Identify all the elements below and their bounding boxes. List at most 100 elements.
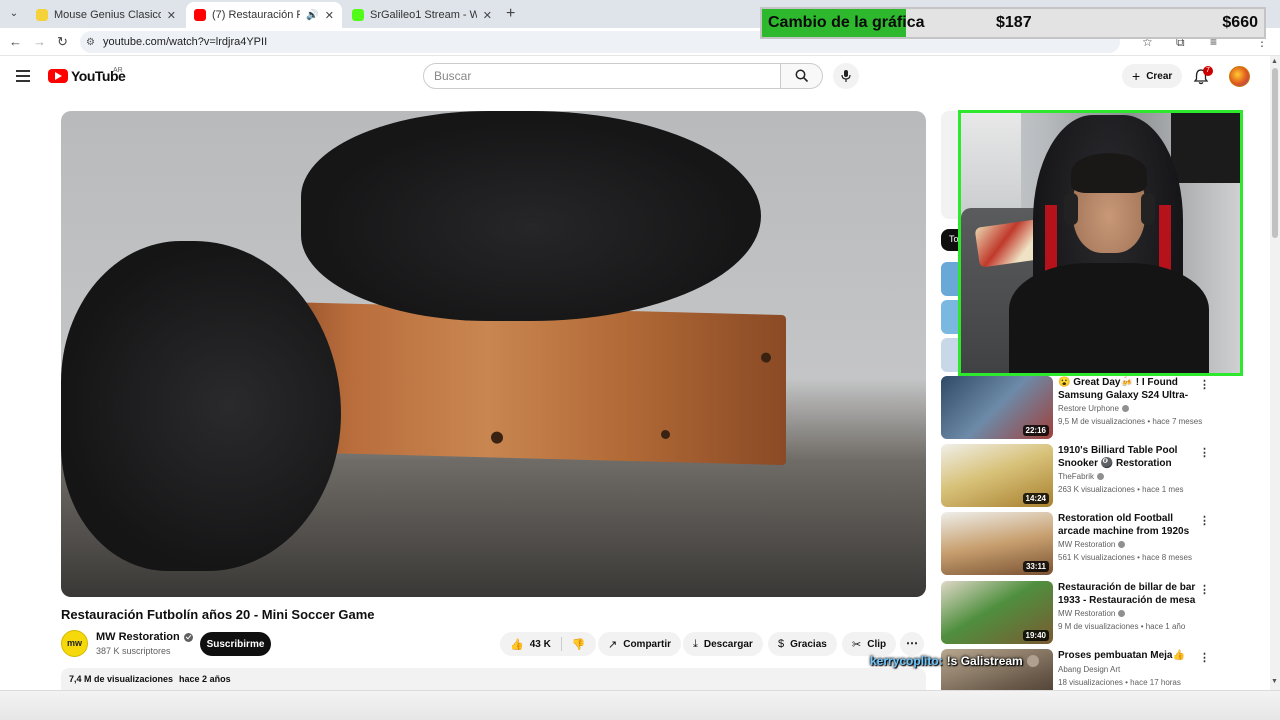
microphone-icon [841,70,851,82]
recommended-video[interactable]: 19:40 Restauración de billar de bar 1933… [941,581,1221,645]
verified-icon [1118,610,1126,617]
browser-tab-active[interactable]: (7) Restauración Futbolín años 20 🔊 ✕ [186,2,342,28]
more-actions-icon[interactable]: ⋯ [900,632,924,656]
scrollbar-thumb[interactable] [1272,68,1278,238]
scroll-down-arrow-icon[interactable]: ▼ [1271,678,1278,685]
verified-icon [1121,405,1129,412]
search-input[interactable]: Buscar [423,63,781,89]
video-channel[interactable]: MW Restoration [1058,540,1126,549]
thumbs-up-icon[interactable]: 👍 [510,638,524,651]
scissors-icon: ✂ [852,638,862,651]
webcam-chair-accent [1045,205,1057,275]
webcam-chair-accent [1159,205,1171,275]
video-channel-name: Restore Urphone [1058,404,1119,413]
tab-title: Mouse Genius Clasico | Mercado [54,9,161,21]
country-code: AR [113,67,123,74]
video-thumbnail[interactable]: 19:40 [941,581,1053,644]
like-divider [560,637,562,651]
browser-tab[interactable]: Mouse Genius Clasico | Mercado ✕ [28,2,184,28]
chat-user: kerrycoplito: [870,654,943,668]
recommended-video[interactable]: 33:11 Restoration old Football arcade ma… [941,512,1221,576]
tab-audio-icon[interactable]: 🔊 [306,10,318,21]
search-placeholder: Buscar [434,69,472,83]
channel-avatar[interactable]: mw [61,630,88,657]
more-options-icon[interactable]: ⋮ [1199,378,1210,391]
tab-favicon [194,9,206,21]
thumbs-down-icon[interactable]: 👎 [572,638,586,651]
page-scrollbar[interactable]: ▲ ▼ [1270,56,1280,690]
tab-close-icon[interactable]: ✕ [325,9,334,22]
share-button[interactable]: ↗ Compartir [598,632,682,656]
video-player[interactable] [61,111,926,597]
webcam-headphones [1141,193,1155,225]
video-thumbnail[interactable]: 33:11 [941,512,1053,575]
more-options-icon[interactable]: ⋮ [1199,583,1210,596]
video-frame-glove [61,241,341,571]
scroll-up-arrow-icon[interactable]: ▲ [1271,58,1278,65]
voice-search-button[interactable] [833,63,859,89]
video-frame-hole [761,352,771,363]
video-thumbnail[interactable]: 14:24 [941,444,1053,507]
forward-arrow-icon[interactable]: → [33,34,46,49]
video-channel[interactable]: Abang Design Art [1058,665,1120,674]
more-options-icon[interactable]: ⋮ [1199,446,1210,459]
verified-icon [1097,473,1105,480]
video-frame-glove [301,111,761,321]
recommended-video[interactable]: 14:24 1910's Billiard Table Pool Snooker… [941,444,1221,508]
like-dislike-group: 👍 43 K 👎 [500,632,596,656]
create-button[interactable]: + Crear [1122,64,1183,88]
subscribe-button[interactable]: Suscribirme [200,632,271,656]
os-taskbar [0,690,1280,720]
video-channel[interactable]: Restore Urphone [1058,404,1129,413]
like-count[interactable]: 43 K [530,639,551,650]
search-button[interactable] [781,63,823,89]
channel-name[interactable]: MW Restoration [96,631,193,643]
download-icon: ⤓ [693,637,698,650]
video-channel[interactable]: TheFabrik [1058,472,1105,481]
account-avatar[interactable] [1229,66,1250,87]
clip-button[interactable]: ✂ Clip [842,632,897,656]
plus-icon: + [1132,68,1141,84]
share-label: Compartir [623,638,672,650]
video-title[interactable]: Proses pembuatan Meja👍 [1058,649,1196,662]
video-channel[interactable]: MW Restoration [1058,609,1126,618]
more-options-icon[interactable]: ⋮ [1199,651,1210,664]
site-info-icon[interactable]: ⚙ [86,37,95,48]
webcam-headphones [1064,193,1078,225]
streamer-webcam [958,110,1243,376]
dollar-heart-icon: $ [778,638,785,650]
video-title[interactable]: Restoration old Football arcade machine … [1058,512,1196,538]
tab-search-chevron-icon[interactable]: ⌄ [6,6,22,22]
verified-icon [183,632,193,642]
more-options-icon[interactable]: ⋮ [1199,514,1210,527]
tab-close-icon[interactable]: ✕ [483,9,492,22]
video-meta: 9,5 M de visualizaciones • hace 7 meses [1058,417,1203,426]
video-duration: 19:40 [1022,630,1049,641]
tab-close-icon[interactable]: ✕ [167,9,176,22]
video-frame-hole [661,429,670,440]
notification-count-badge: 7 [1203,66,1213,76]
webcam-tv [1171,113,1240,183]
goal-current-amount: $187 [996,14,1032,31]
chat-emote-icon [1026,655,1039,667]
video-title[interactable]: Restauración de billar de bar 1933 - Res… [1058,581,1196,607]
video-thumbnail[interactable]: 22:16 [941,376,1053,439]
back-arrow-icon[interactable]: ← [9,34,22,49]
menu-icon[interactable] [16,70,30,82]
chat-text: !s Galistream [946,654,1023,668]
recommended-video[interactable]: 22:16 😮 Great Day🍻 ! I Found Samsung Gal… [941,376,1221,440]
new-tab-icon[interactable]: + [506,5,515,23]
tab-title: SrGalileo1 Stream - Watch Live [370,9,477,21]
video-title: Restauración Futbolín años 20 - Mini Soc… [61,607,375,622]
goal-target-amount: $660 [1222,14,1258,31]
youtube-header: YouTube AR Buscar + Crear 7 [0,56,1280,100]
browser-tab[interactable]: SrGalileo1 Stream - Watch Live ✕ [344,2,500,28]
video-duration: 14:24 [1022,493,1049,504]
video-channel-name: MW Restoration [1058,540,1116,549]
video-title[interactable]: 1910's Billiard Table Pool Snooker 🎱 Res… [1058,444,1196,470]
download-button[interactable]: ⤓ Descargar [683,632,763,656]
thanks-button[interactable]: $ Gracias [768,632,837,656]
reload-icon[interactable]: ↻ [57,34,68,50]
subscriber-count: 387 K suscriptores [96,646,171,656]
video-title[interactable]: 😮 Great Day🍻 ! I Found Samsung Galaxy S2… [1058,376,1196,402]
